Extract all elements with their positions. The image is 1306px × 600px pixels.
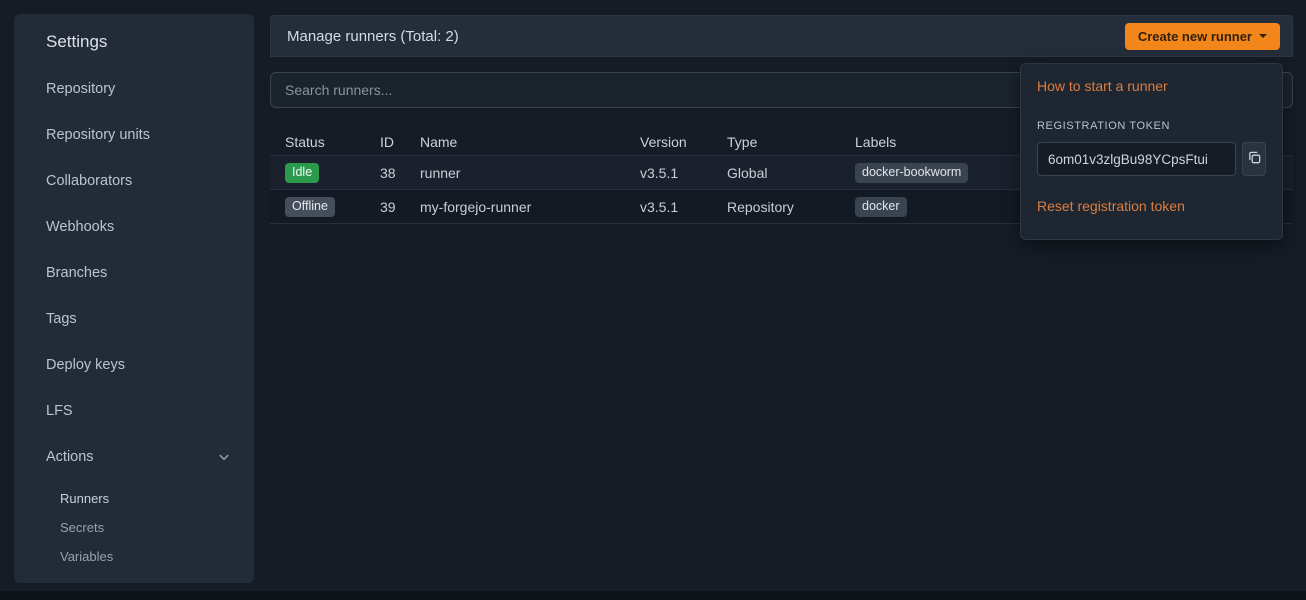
page-title: Manage runners (Total: 2) <box>287 28 1125 45</box>
sidebar-item-branches[interactable]: Branches <box>14 250 254 296</box>
sidebar-subitem-runners[interactable]: Runners <box>14 484 254 513</box>
col-name: Name <box>420 134 640 150</box>
sidebar-item-actions[interactable]: Actions <box>14 434 254 480</box>
sidebar-subitem-secrets[interactable]: Secrets <box>14 513 254 542</box>
settings-sidebar: Settings Repository Repository units Col… <box>14 14 254 583</box>
runner-id: 38 <box>380 165 420 181</box>
create-new-runner-button[interactable]: Create new runner <box>1125 23 1280 50</box>
sidebar-item-deploy-keys[interactable]: Deploy keys <box>14 342 254 388</box>
runner-version: v3.5.1 <box>640 165 727 181</box>
caret-down-icon <box>1259 34 1267 38</box>
runner-id: 39 <box>380 199 420 215</box>
registration-token-input[interactable] <box>1037 142 1236 176</box>
col-status: Status <box>285 134 380 150</box>
runner-name: runner <box>420 165 640 181</box>
sidebar-item-webhooks[interactable]: Webhooks <box>14 204 254 250</box>
runner-type: Repository <box>727 199 855 215</box>
col-version: Version <box>640 134 727 150</box>
manage-runners-header: Manage runners (Total: 2) Create new run… <box>270 15 1293 57</box>
actions-submenu: Runners Secrets Variables <box>14 484 254 571</box>
sidebar-item-repository[interactable]: Repository <box>14 66 254 112</box>
copy-icon <box>1247 150 1262 168</box>
runner-version: v3.5.1 <box>640 199 727 215</box>
label-badge: docker <box>855 197 907 217</box>
sidebar-item-collaborators[interactable]: Collaborators <box>14 158 254 204</box>
col-type: Type <box>727 134 855 150</box>
footer-strip <box>0 591 1306 600</box>
runner-type: Global <box>727 165 855 181</box>
registration-token-dropdown: How to start a runner REGISTRATION TOKEN… <box>1020 63 1283 240</box>
chevron-down-icon <box>218 451 230 463</box>
sidebar-subitem-variables[interactable]: Variables <box>14 542 254 571</box>
col-id: ID <box>380 134 420 150</box>
runner-name: my-forgejo-runner <box>420 199 640 215</box>
sidebar-item-repository-units[interactable]: Repository units <box>14 112 254 158</box>
sidebar-item-lfs[interactable]: LFS <box>14 388 254 434</box>
sidebar-title: Settings <box>46 27 254 51</box>
label-badge: docker-bookworm <box>855 163 968 183</box>
how-to-start-runner-link[interactable]: How to start a runner <box>1037 78 1168 94</box>
registration-token-label: REGISTRATION TOKEN <box>1037 120 1266 132</box>
copy-token-button[interactable] <box>1242 142 1266 176</box>
status-badge: Offline <box>285 197 335 217</box>
reset-registration-token-link[interactable]: Reset registration token <box>1037 198 1185 214</box>
sidebar-item-tags[interactable]: Tags <box>14 296 254 342</box>
sidebar-menu: Repository Repository units Collaborator… <box>14 66 254 480</box>
token-row <box>1037 142 1266 176</box>
status-badge: Idle <box>285 163 319 183</box>
